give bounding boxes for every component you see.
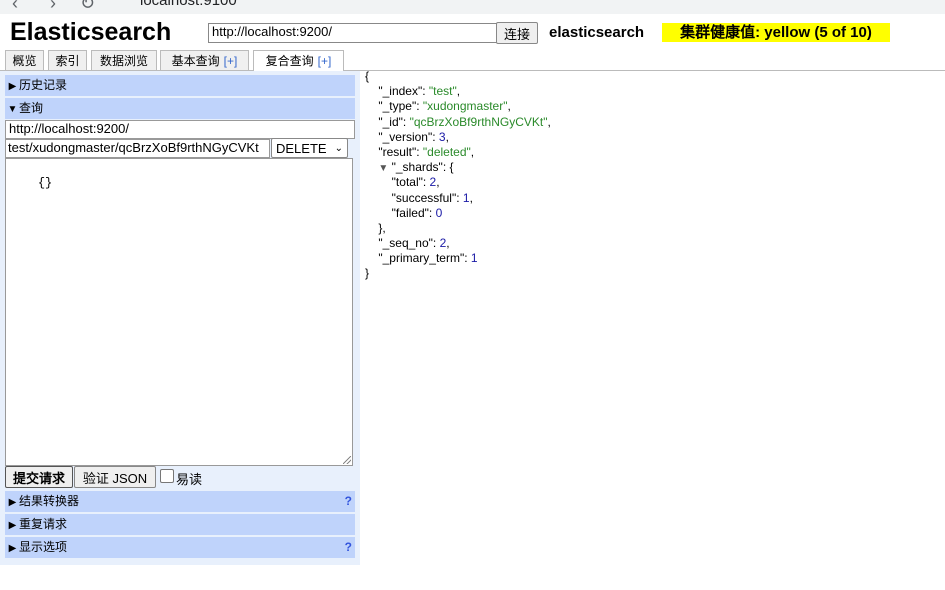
transformer-label: 结果转换器: [19, 494, 80, 508]
history-section[interactable]: ▶ 历史记录: [5, 75, 355, 96]
repeat-section[interactable]: ▶ 重复请求: [5, 514, 355, 535]
history-label: 历史记录: [19, 78, 68, 92]
json-value: 2: [429, 175, 437, 190]
app-title: Elasticsearch: [10, 18, 172, 46]
validate-json-button[interactable]: 验证 JSON: [74, 466, 156, 488]
json-value: 3: [438, 129, 446, 144]
display-label: 显示选项: [19, 540, 68, 554]
json-line: "_primary_term": 1: [378, 251, 478, 266]
collapsed-arrow-icon: ▶: [8, 543, 17, 554]
chevron-down-icon: ⌄: [334, 143, 343, 154]
tab-label: 数据浏览: [99, 54, 148, 68]
connection-url-input[interactable]: http://localhost:9200/: [208, 23, 501, 43]
collapse-triangle-icon[interactable]: ▼: [378, 163, 388, 174]
request-path-input[interactable]: test/xudongmaster/qcBrzXoBf9rthNGyCVKt: [5, 139, 270, 158]
method-value: DELETE: [276, 141, 327, 156]
json-line: "successful": 1,: [391, 190, 473, 205]
json-line: "_index": "test",: [378, 84, 461, 99]
back-icon[interactable]: ‹: [12, 0, 18, 14]
json-value: 0: [435, 205, 443, 220]
request-body-textarea[interactable]: {}: [5, 158, 353, 466]
connect-button[interactable]: 连接: [496, 22, 538, 44]
collapsed-arrow-icon: ▶: [8, 520, 17, 531]
json-value: 1: [470, 251, 478, 266]
tab-label: 索引: [55, 54, 80, 68]
pretty-checkbox[interactable]: [160, 469, 174, 483]
json-value: deleted: [427, 144, 467, 159]
json-line: "result": "deleted",: [378, 144, 475, 159]
tab-browser[interactable]: 数据浏览: [91, 50, 157, 70]
help-icon[interactable]: ?: [345, 491, 352, 512]
json-value: xudongmaster: [427, 99, 504, 114]
app-header: Elasticsearch http://localhost:9200/ 连接 …: [0, 14, 945, 50]
pretty-label: 易读: [176, 472, 203, 487]
json-line: ▼ "_shards": {: [378, 160, 454, 175]
response-viewer: { "_index": "test", "_type": "xudongmast…: [365, 69, 551, 282]
browser-toolbar: ‹ › ↻ localhost:9100: [0, 0, 945, 14]
json-line: "_id": "qcBrzXoBf9rthNGyCVKt",: [378, 114, 551, 129]
json-line: "total": 2,: [391, 175, 440, 190]
display-options-section[interactable]: ▶ 显示选项 ?: [5, 537, 355, 558]
json-line: "_seq_no": 2,: [378, 236, 450, 251]
tab-indices[interactable]: 索引: [48, 50, 87, 70]
repeat-label: 重复请求: [19, 517, 68, 531]
query-section[interactable]: ▼ 查询: [5, 98, 355, 119]
tab-add[interactable]: [+]: [224, 54, 238, 68]
json-line: }: [365, 266, 370, 281]
reload-icon[interactable]: ↻: [80, 0, 95, 14]
json-value: test: [433, 84, 453, 99]
json-line: "_version": 3,: [378, 129, 449, 144]
request-body-text: {}: [37, 176, 53, 190]
json-line: "_type": "xudongmaster",: [378, 99, 511, 114]
query-label: 查询: [19, 101, 44, 115]
json-value: 2: [439, 236, 447, 251]
submit-request-button[interactable]: 提交请求: [5, 466, 73, 488]
tab-any-request[interactable]: 复合查询 [+]: [253, 50, 344, 71]
cluster-name: elasticsearch: [549, 24, 645, 41]
tab-label: 复合查询: [265, 54, 314, 68]
tab-structured-query[interactable]: 基本查询 [+]: [160, 50, 249, 70]
cluster-health-badge: 集群健康值: yellow (5 of 10): [662, 23, 890, 42]
collapsed-arrow-icon: ▶: [8, 81, 17, 92]
json-value: qcBrzXoBf9rthNGyCVKt: [413, 114, 544, 129]
browser-address[interactable]: localhost:9100: [140, 0, 237, 9]
json-line: "failed": 0: [391, 205, 443, 220]
expanded-arrow-icon: ▼: [7, 104, 18, 115]
json-line: },: [365, 220, 386, 235]
query-panel: ▶ 历史记录 ▼ 查询 http://localhost:9200/ test/xu…: [0, 71, 360, 565]
transformer-section[interactable]: ▶ 结果转换器 ?: [5, 491, 355, 512]
tab-bar: 概览 索引 数据浏览 基本查询 [+] 复合查询 [+]: [0, 50, 945, 71]
json-line: {: [365, 69, 370, 83]
collapsed-arrow-icon: ▶: [8, 497, 17, 508]
resize-handle[interactable]: [343, 456, 351, 464]
tab-label: 基本查询: [171, 54, 220, 68]
tab-overview[interactable]: 概览: [5, 50, 44, 70]
tab-add[interactable]: [+]: [318, 54, 332, 68]
http-method-select[interactable]: DELETE ⌄: [271, 138, 348, 158]
forward-icon[interactable]: ›: [50, 0, 56, 14]
tab-label: 概览: [12, 54, 37, 68]
json-value: 1: [462, 190, 470, 205]
base-url-input[interactable]: http://localhost:9200/: [5, 120, 355, 139]
help-icon[interactable]: ?: [345, 537, 352, 558]
